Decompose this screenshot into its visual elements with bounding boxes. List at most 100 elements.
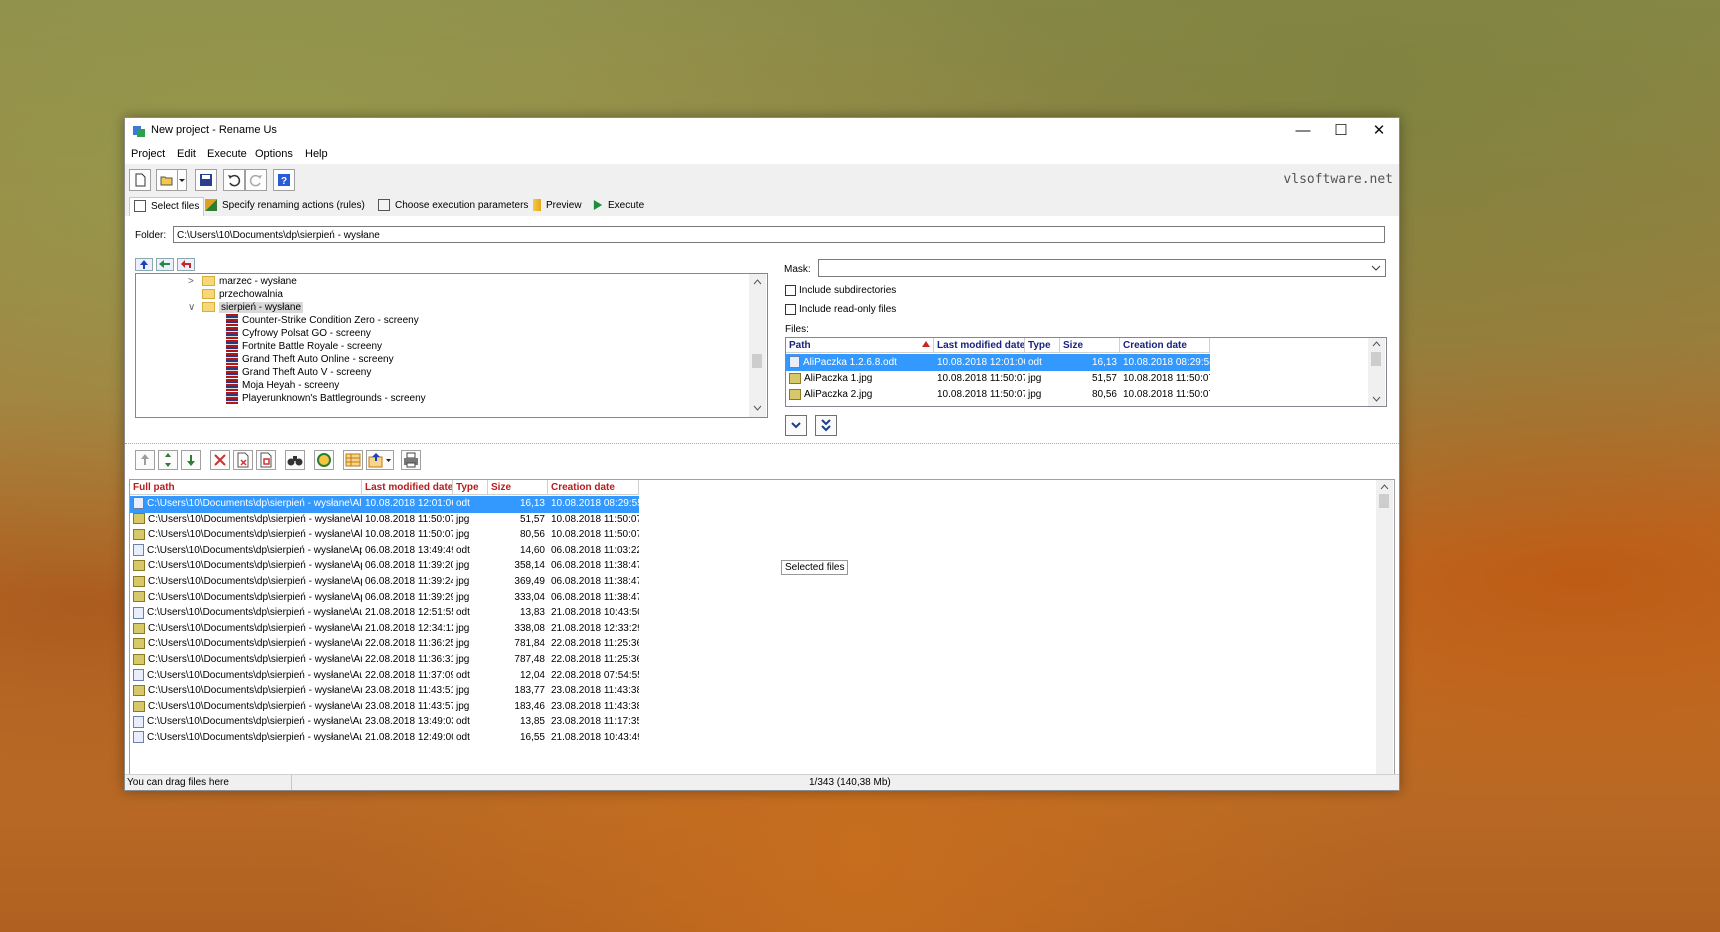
grid-row[interactable]: C:\Users\10\Documents\dp\sierpień - wysł… — [130, 714, 639, 731]
columns-button[interactable] — [343, 450, 363, 470]
grid-scroll-thumb[interactable] — [1379, 494, 1389, 508]
col-header-path[interactable]: Path — [786, 338, 934, 353]
minimize-button[interactable]: — — [1283, 118, 1323, 144]
tree-item-subfolder[interactable]: Moja Heyah - screeny — [226, 379, 339, 393]
folder-path-field[interactable]: C:\Users\10\Documents\dp\sierpień - wysł… — [173, 226, 1385, 243]
grid-row[interactable]: C:\Users\10\Documents\dp\sierpień - wysł… — [130, 605, 639, 622]
remove-button[interactable] — [210, 450, 230, 470]
grid-scrollbar[interactable] — [1376, 480, 1393, 786]
reset-folder-button[interactable] — [177, 258, 195, 271]
mask-combobox[interactable] — [818, 259, 1386, 277]
move-up-button[interactable] — [135, 450, 155, 470]
tree-item-marzec[interactable]: > marzec - wysłane — [188, 275, 297, 289]
col-header-created[interactable]: Creation date — [1120, 338, 1210, 353]
save-button[interactable] — [195, 169, 217, 191]
scroll-up-icon[interactable] — [1376, 481, 1393, 493]
grid-col-header-modified[interactable]: Last modified date — [362, 480, 453, 495]
tree-item-subfolder[interactable]: Playerunknown's Battlegrounds - screeny — [226, 392, 426, 406]
tree-item-subfolder[interactable]: Grand Theft Auto V - screeny — [226, 366, 371, 380]
up-folder-button[interactable] — [135, 258, 153, 271]
scroll-up-icon[interactable] — [749, 276, 766, 288]
tab-renaming-actions[interactable]: Specify renaming actions (rules) — [205, 197, 365, 215]
tree-item-subfolder[interactable]: Cyfrowy Polsat GO - screeny — [226, 327, 371, 341]
move-updown-button[interactable] — [158, 450, 178, 470]
print-button[interactable] — [401, 450, 421, 470]
grid-row[interactable]: C:\Users\10\Documents\dp\sierpień - wysł… — [130, 730, 639, 747]
tree-expand-icon[interactable]: > — [188, 275, 202, 289]
grid-row[interactable]: C:\Users\10\Documents\dp\sierpień - wysł… — [130, 543, 639, 560]
open-project-button[interactable] — [156, 169, 178, 191]
tree-item-sierpien[interactable]: ∨ sierpień - wysłane — [188, 301, 304, 315]
tab-select-files[interactable]: Select files — [129, 197, 205, 216]
grid-col-header-fullpath[interactable]: Full path — [130, 480, 362, 495]
add-selected-button[interactable] — [785, 415, 807, 436]
col-header-size[interactable]: Size — [1060, 338, 1120, 353]
tab-execution-parameters[interactable]: Choose execution parameters — [378, 197, 528, 215]
move-down-button[interactable] — [181, 450, 201, 470]
include-readonly-checkbox[interactable]: Include read-only files — [785, 304, 896, 315]
files-scrollbar[interactable] — [1368, 338, 1385, 406]
folder-tree[interactable]: > marzec - wysłane przechowalnia ∨ sierpie… — [135, 273, 768, 418]
tree-item-subfolder[interactable]: Grand Theft Auto Online - screeny — [226, 353, 394, 367]
grid-col-header-type[interactable]: Type — [453, 480, 488, 495]
help-button[interactable]: ? — [273, 169, 295, 191]
files-scroll-thumb[interactable] — [1371, 352, 1381, 366]
grid-row[interactable]: C:\Users\10\Documents\dp\sierpień - wysł… — [130, 558, 639, 575]
clear-list-button[interactable] — [256, 450, 276, 470]
menu-execute[interactable]: Execute — [207, 148, 247, 160]
checkbox-box[interactable] — [785, 285, 796, 296]
grid-row[interactable]: C:\Users\10\Documents\dp\sierpień - wysł… — [130, 636, 639, 653]
selected-files-button[interactable]: Selected files — [781, 560, 849, 575]
file-row[interactable]: AliPaczka 1.2.6.8.odt 10.08.2018 12:01:0… — [786, 354, 1210, 371]
tree-collapse-icon[interactable]: ∨ — [188, 301, 202, 315]
file-row[interactable]: AliPaczka 1.jpg 10.08.2018 11:50:07 jpg … — [786, 370, 1210, 387]
export-button[interactable] — [366, 450, 394, 470]
file-row[interactable]: AliPaczka 2.jpg 10.08.2018 11:50:07 jpg … — [786, 386, 1210, 403]
grid-row[interactable]: C:\Users\10\Documents\dp\sierpień - wysł… — [130, 590, 639, 607]
tab-preview[interactable]: Preview — [533, 197, 582, 215]
grid-row[interactable]: C:\Users\10\Documents\dp\sierpień - wysł… — [130, 652, 639, 669]
checkbox-box[interactable] — [785, 304, 796, 315]
menu-help[interactable]: Help — [305, 148, 328, 160]
maximize-button[interactable]: ☐ — [1321, 118, 1361, 144]
undo-button[interactable] — [223, 169, 245, 191]
tree-scrollbar[interactable] — [749, 274, 766, 417]
find-button[interactable] — [285, 450, 305, 470]
close-button[interactable]: ✕ — [1359, 118, 1399, 144]
scroll-down-icon[interactable] — [749, 402, 766, 414]
tree-item-przechowalnia[interactable]: przechowalnia — [202, 288, 283, 302]
grid-row[interactable]: C:\Users\10\Documents\dp\sierpień - wysł… — [130, 621, 639, 638]
grid-row[interactable]: C:\Users\10\Documents\dp\sierpień - wysł… — [130, 699, 639, 716]
col-header-modified[interactable]: Last modified date — [934, 338, 1025, 353]
tree-item-subfolder[interactable]: Counter-Strike Condition Zero - screeny — [226, 314, 419, 328]
col-header-type[interactable]: Type — [1025, 338, 1060, 353]
tab-execute[interactable]: Execute — [593, 197, 644, 215]
new-project-button[interactable] — [129, 169, 151, 191]
grid-row[interactable]: C:\Users\10\Documents\dp\sierpień - wysł… — [130, 512, 639, 529]
grid-col-header-size[interactable]: Size — [488, 480, 548, 495]
open-dropdown-button[interactable] — [177, 169, 187, 191]
menu-options[interactable]: Options — [255, 148, 293, 160]
menu-edit[interactable]: Edit — [177, 148, 196, 160]
grid-col-header-created[interactable]: Creation date — [548, 480, 639, 495]
grid-row[interactable]: C:\Users\10\Documents\dp\sierpień - wysł… — [130, 683, 639, 700]
grid-row[interactable]: C:\Users\10\Documents\dp\sierpień - wysł… — [130, 668, 639, 685]
grid-row[interactable]: C:\Users\10\Documents\dp\sierpień - wysł… — [130, 574, 639, 591]
scroll-up-icon[interactable] — [1368, 339, 1385, 349]
files-list[interactable]: Path Last modified date Type Size Creati… — [785, 337, 1387, 407]
scroll-down-icon[interactable] — [1368, 394, 1385, 404]
back-folder-button[interactable] — [156, 258, 174, 271]
selected-files-grid[interactable]: Full path Last modified date Type Size C… — [129, 479, 1395, 787]
include-subdirectories-checkbox[interactable]: Include subdirectories — [785, 285, 896, 296]
grid-row[interactable]: C:\Users\10\Documents\dp\sierpień - wysł… — [130, 527, 639, 544]
tree-scroll-thumb[interactable] — [752, 354, 762, 368]
redo-button[interactable] — [245, 169, 267, 191]
add-all-button[interactable] — [815, 415, 837, 436]
chevron-down-icon[interactable] — [1370, 262, 1382, 274]
remove-selected-button[interactable] — [233, 450, 253, 470]
menu-project[interactable]: Project — [131, 148, 165, 160]
refresh-button[interactable] — [314, 450, 334, 470]
tree-item-subfolder[interactable]: Fortnite Battle Royale - screeny — [226, 340, 382, 354]
grid-row[interactable]: C:\Users\10\Documents\dp\sierpień - wysł… — [130, 496, 639, 513]
panel-splitter[interactable] — [125, 443, 1399, 446]
